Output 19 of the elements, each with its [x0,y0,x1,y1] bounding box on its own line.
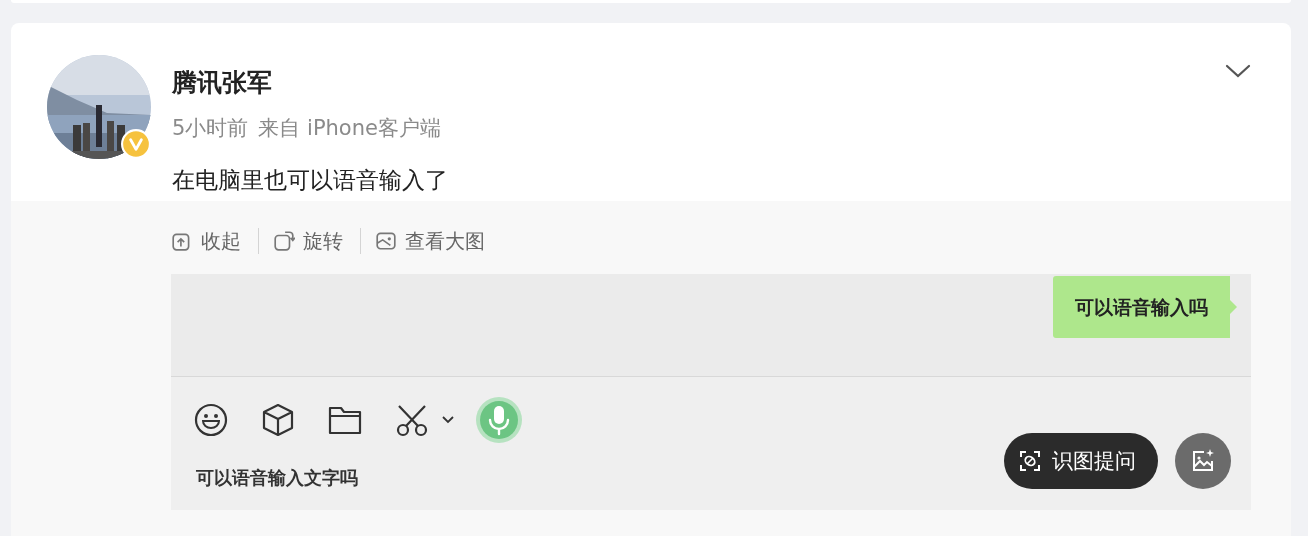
image-ai-button[interactable] [1175,433,1231,489]
chevron-down-icon[interactable] [1225,63,1251,79]
cube-icon[interactable] [260,402,296,438]
post-source: 来自 iPhone客户端 [258,116,441,140]
emoji-icon[interactable] [193,402,229,438]
image-icon [375,230,397,252]
input-field[interactable]: 可以语音输入文字吗 [196,466,358,490]
post-time: 5小时前 [172,116,249,140]
message-bubble: 可以语音输入吗 [1053,276,1237,338]
rotate-icon [273,230,295,252]
image-action[interactable]: 收起 [171,227,241,255]
ask-about-image-button[interactable]: 识图提问 [1004,433,1158,489]
caret-icon[interactable] [442,416,454,424]
image-sparkle-icon [1190,448,1216,474]
author-name[interactable]: 腾讯张军 [172,67,448,99]
post-text: 在电脑里也可以语音输入了 [172,166,448,195]
image-action[interactable]: 查看大图 [375,227,485,255]
scan-icon [1018,449,1042,473]
image-action[interactable]: 旋转 [273,227,343,255]
